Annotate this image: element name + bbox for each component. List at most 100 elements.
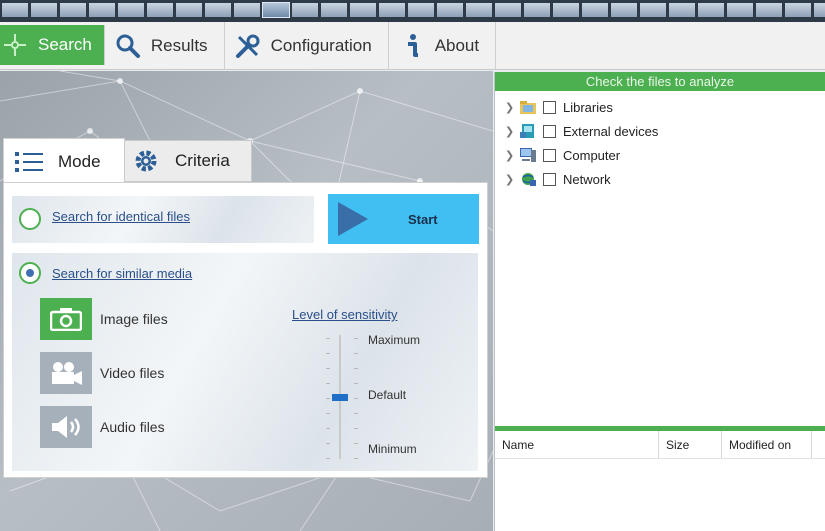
tab-criteria-label: Criteria (175, 151, 230, 170)
slider-tick (326, 443, 330, 444)
slider-tick (354, 353, 358, 354)
tree-item-label: Computer (563, 147, 621, 163)
external-devices-checkbox[interactable] (543, 124, 556, 138)
tree-item-external-devices[interactable]: ❯ External devices (505, 123, 658, 139)
thumbnail-cell (2, 3, 28, 17)
sensitivity-max-label: Maximum (368, 333, 421, 347)
thumbnail-cell (611, 3, 637, 17)
network-checkbox[interactable] (543, 172, 556, 186)
list-icon (14, 149, 44, 175)
column-name[interactable]: Name (495, 431, 659, 458)
column-size[interactable]: Size (659, 431, 722, 458)
slider-thumb[interactable] (332, 393, 348, 401)
slider-tick (326, 458, 330, 459)
computer-icon (519, 147, 537, 163)
thumbnail-cell (698, 3, 724, 17)
menu-search-label: Search (38, 35, 92, 54)
main-menu-bar: Search Results Configuration About (0, 22, 825, 70)
video-files-label: Video files (100, 365, 165, 381)
thumbnail-cell (205, 3, 231, 17)
menu-configuration-button[interactable]: Configuration (225, 22, 389, 70)
thumbnail-cell (669, 3, 695, 17)
video-files-option[interactable]: Video files (40, 352, 164, 394)
tree-item-label: Network (563, 171, 611, 187)
computer-checkbox[interactable] (543, 148, 556, 162)
slider-tick (326, 428, 330, 429)
thumbnail-cell (466, 3, 492, 17)
similar-media-link[interactable]: Search for similar media (52, 266, 192, 281)
chevron-right-icon[interactable]: ❯ (505, 149, 515, 162)
thumbnail-cell (176, 3, 202, 17)
slider-tick (354, 383, 358, 384)
thumbnail-cell (350, 3, 376, 17)
video-camera-icon (40, 352, 92, 394)
slider-tick (354, 368, 358, 369)
slider-tick (354, 338, 358, 339)
thumbnail-cell (553, 3, 579, 17)
files-pane-header: Check the files to analyze (495, 72, 825, 91)
chevron-right-icon[interactable]: ❯ (505, 125, 515, 138)
menu-configuration-label: Configuration (270, 36, 372, 55)
slider-tick (354, 398, 358, 399)
slider-tick (326, 383, 330, 384)
thumbnail-cell (118, 3, 144, 17)
thumbnail-cell (292, 3, 318, 17)
identical-files-option[interactable]: Search for identical files (12, 196, 314, 243)
gear-icon (131, 148, 161, 174)
thumbnail-cell (785, 3, 811, 17)
camera-icon (40, 298, 92, 340)
slider-tick (326, 338, 330, 339)
thumbnail-cell (437, 3, 463, 17)
chevron-right-icon[interactable]: ❯ (505, 101, 515, 114)
thumbnail-cell (495, 3, 521, 17)
image-files-option[interactable]: Image files (40, 298, 168, 340)
thumbnail-cell (408, 3, 434, 17)
slider-tick (354, 428, 358, 429)
similar-radio[interactable] (19, 262, 41, 284)
image-files-label: Image files (100, 311, 168, 327)
tab-mode-label: Mode (58, 151, 101, 171)
sensitivity-min-label: Minimum (368, 442, 417, 456)
thumbnail-cell (640, 3, 666, 17)
mode-panel: Search for identical files Start Search … (3, 182, 488, 478)
thumbnail-cell (60, 3, 86, 17)
slider-tick (354, 443, 358, 444)
menu-about-label: About (434, 36, 480, 55)
tools-icon (235, 33, 261, 59)
thumbnail-cell (582, 3, 608, 17)
tree-item-libraries[interactable]: ❯ Libraries (505, 99, 613, 115)
start-label: Start (408, 211, 438, 227)
audio-files-label: Audio files (100, 419, 165, 435)
audio-files-option[interactable]: Audio files (40, 406, 165, 448)
tab-mode[interactable]: Mode (3, 138, 125, 184)
slider-tick (326, 368, 330, 369)
start-button[interactable]: Start (328, 194, 479, 244)
thumbnail-cell (31, 3, 57, 17)
speaker-icon (40, 406, 92, 448)
menu-results-button[interactable]: Results (105, 22, 225, 70)
tree-item-computer[interactable]: ❯ Computer (505, 147, 620, 163)
identical-radio[interactable] (19, 208, 41, 230)
column-modified-on[interactable]: Modified on (722, 431, 812, 458)
tree-item-network[interactable]: ❯ Network (505, 171, 611, 187)
libraries-checkbox[interactable] (543, 100, 556, 114)
thumbnail-strip (0, 0, 825, 22)
identical-files-link[interactable]: Search for identical files (52, 209, 190, 224)
thumbnail-cell (814, 3, 825, 17)
slider-tick (354, 458, 358, 459)
thumbnail-cell (524, 3, 550, 17)
thumbnail-cell (147, 3, 173, 17)
menu-about-button[interactable]: About (389, 22, 497, 70)
tree-item-label: External devices (563, 123, 659, 139)
tab-criteria[interactable]: Criteria (124, 140, 252, 182)
thumbnail-cell (89, 3, 115, 17)
magnifier-icon (115, 33, 141, 59)
menu-search-button[interactable]: Search (0, 25, 105, 65)
files-pane: Check the files to analyze ❯ Libraries ❯… (494, 72, 825, 531)
chevron-right-icon[interactable]: ❯ (505, 173, 515, 186)
sensitivity-slider[interactable] (330, 335, 350, 459)
similar-media-option: Search for similar media Image files Vid… (12, 253, 478, 471)
info-icon (399, 33, 425, 59)
crosshair-icon (2, 32, 28, 58)
external-devices-icon (519, 123, 537, 139)
